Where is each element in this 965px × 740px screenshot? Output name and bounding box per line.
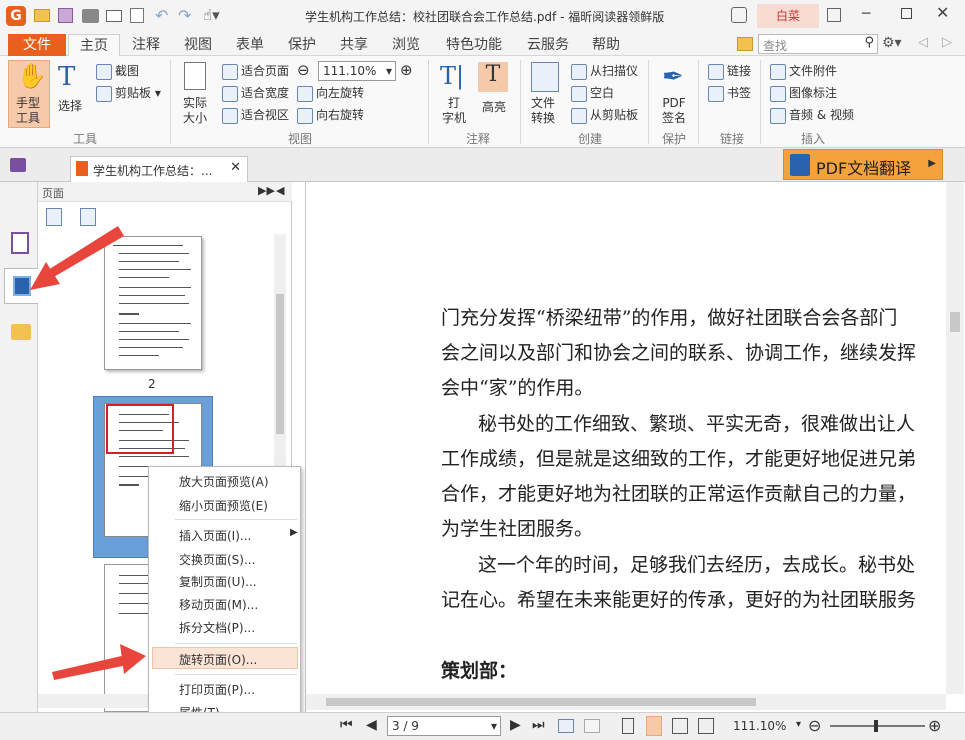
last-page-icon[interactable]: ⏭ bbox=[532, 717, 545, 733]
facing-page-icon[interactable] bbox=[672, 718, 688, 734]
annotation-arrows bbox=[30, 226, 146, 680]
chevron-down-icon: ▾ bbox=[490, 719, 497, 733]
page-number-value: 3 / 9 bbox=[392, 719, 419, 733]
zoom-slider[interactable] bbox=[830, 720, 925, 732]
continuous-page-icon[interactable] bbox=[646, 716, 662, 736]
arrow-to-pages-icon bbox=[30, 226, 124, 290]
prev-page-icon[interactable]: ◀ bbox=[366, 717, 377, 733]
page-number-input[interactable]: 3 / 9 ▾ bbox=[387, 716, 501, 736]
zoom-in-button[interactable]: ⊕ bbox=[928, 716, 941, 735]
continuous-facing-icon[interactable] bbox=[698, 718, 714, 734]
next-page-icon[interactable]: ▶ bbox=[510, 717, 521, 733]
zoom-out-button[interactable]: ⊖ bbox=[808, 716, 821, 735]
next-view-icon[interactable] bbox=[584, 719, 600, 733]
single-page-icon[interactable] bbox=[622, 718, 634, 734]
zoom-level[interactable]: 111.10% bbox=[733, 719, 786, 733]
status-bar: ⏮ ◀ 3 / 9 ▾ ▶ ⏭ 111.10% ▾ ⊖ ⊕ bbox=[0, 712, 965, 740]
arrow-to-rotate-menu bbox=[52, 644, 146, 680]
zoom-dropdown-icon[interactable]: ▾ bbox=[796, 719, 801, 730]
zoom-slider-handle[interactable] bbox=[874, 720, 878, 732]
prev-view-icon[interactable] bbox=[558, 719, 574, 733]
first-page-icon[interactable]: ⏮ bbox=[340, 717, 353, 733]
